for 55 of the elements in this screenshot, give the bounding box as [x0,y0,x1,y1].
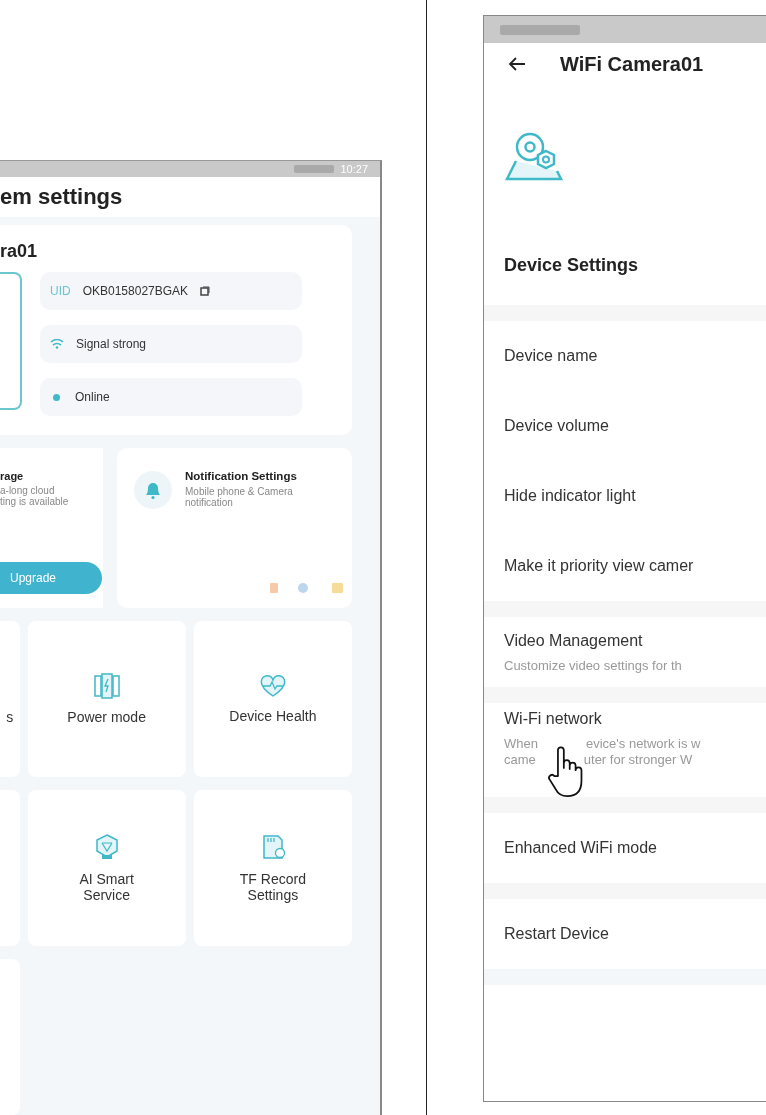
tile-label: TF Record Settings [238,871,307,903]
tile-label: Power mode [66,709,147,725]
status-icons [294,165,335,174]
menu-tile[interactable]: AI Smart Service [27,790,186,946]
setting-label: Wi-Fi network [504,709,603,728]
uid-label: UID [50,284,71,298]
notification-card[interactable]: Notification Settings Mobile phone & Camera notification [117,448,352,608]
setting-label: Hide indicator light [504,487,637,505]
menu-tile[interactable]: TF Record Settings [193,790,352,946]
settings-row[interactable]: Wi-Fi network When evice's network is w came uter for stronger W [484,703,766,797]
setting-description: came [504,751,536,767]
menu-tile[interactable]: Power mode [27,621,186,777]
setting-label: Device volume [504,417,610,435]
device-name: ra01 [0,241,39,262]
card-text: ting is available [0,496,70,507]
tile-label: AI Smart Service [78,871,135,903]
signal-text: Signal strong [76,337,147,351]
setting-label: Restart Device [504,925,610,943]
power-mode-icon [92,673,121,699]
setting-description: uter for stronger W [583,751,693,767]
card-title: Notification Settings [185,470,298,482]
wifi-icon [50,339,64,349]
status-text: Online [75,390,110,404]
menu-tile[interactable]: s [0,621,20,777]
camera-preview[interactable] [0,272,22,410]
card-text: a-long cloud [0,485,55,496]
page-title: em settings [0,184,123,211]
setting-description: evice's network is w [585,735,701,751]
uid-value: OKB0158027BGAK [82,284,189,298]
setting-description: Customize video settings for th [504,657,682,673]
setting-label: Video Management [504,631,644,650]
setting-label: Device name [504,347,599,365]
settings-row[interactable]: Make it priority view camer [484,531,766,601]
back-arrow-icon[interactable] [508,56,526,72]
online-dot-icon [53,393,60,401]
screen-title: WiFi Camera01 [560,52,704,76]
tile-label: s [6,709,14,725]
bell-icon [133,470,173,510]
tile-label: Device Health [228,708,318,724]
setting-label: Enhanced WiFi mode [504,839,658,857]
copy-icon[interactable] [200,286,211,296]
card-title: rage [0,470,25,482]
section-title: Device Settings [504,254,639,276]
settings-row[interactable]: Restart Device [484,899,766,969]
cloud-card[interactable]: rage a-long cloud ting is available Upgrade [0,448,103,608]
settings-row[interactable]: Enhanced WiFi mode [484,813,766,883]
settings-row[interactable]: Hide indicator light [484,461,766,531]
card-text: Mobile phone & Camera notification [185,486,294,508]
settings-row[interactable]: Device volume [484,391,766,461]
heart-pulse-icon [258,674,287,698]
setting-label: Make it priority view camer [504,557,695,575]
settings-row[interactable]: Video Management Customize video settings for th [484,617,766,687]
setting-description: When [504,735,538,751]
menu-tile[interactable]: Device Health [193,621,352,777]
settings-row[interactable]: Device name [484,321,766,391]
